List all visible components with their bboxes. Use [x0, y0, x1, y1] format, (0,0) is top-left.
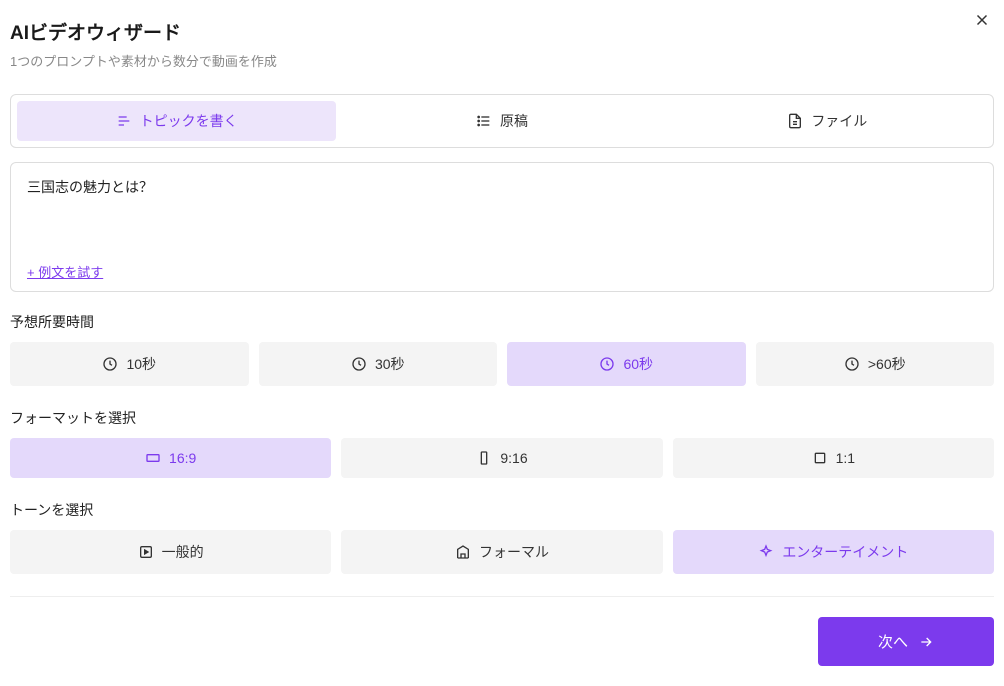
tab-file[interactable]: ファイル [668, 101, 987, 141]
building-icon [455, 544, 471, 560]
script-icon [476, 113, 492, 129]
sparkle-icon [758, 544, 774, 560]
duration-30s[interactable]: 30秒 [259, 342, 498, 386]
format-label: フォーマットを選択 [10, 408, 994, 428]
prompt-text: 三国志の魅力とは？ [27, 177, 977, 197]
close-button[interactable] [970, 8, 994, 32]
format-1-1-label: 1:1 [836, 450, 855, 466]
format-options: 16:9 9:16 1:1 [10, 438, 994, 478]
page-title: AIビデオウィザード [10, 18, 994, 45]
tone-general-label: 一般的 [162, 542, 204, 562]
format-9-16[interactable]: 9:16 [341, 438, 662, 478]
format-16-9-label: 16:9 [169, 450, 196, 466]
play-box-icon [138, 544, 154, 560]
footer: 次へ [10, 617, 994, 686]
duration-over60s[interactable]: >60秒 [756, 342, 995, 386]
tone-entertainment-label: エンターテイメント [782, 542, 908, 562]
tab-topic[interactable]: トピックを書く [17, 101, 336, 141]
portrait-icon [476, 450, 492, 466]
tone-formal-label: フォーマル [479, 542, 549, 562]
clock-icon [102, 356, 118, 372]
duration-30s-label: 30秒 [375, 354, 405, 374]
tone-options: 一般的 フォーマル エンターテイメント [10, 530, 994, 574]
duration-label: 予想所要時間 [10, 312, 994, 332]
format-1-1[interactable]: 1:1 [673, 438, 994, 478]
duration-60s-label: 60秒 [623, 354, 653, 374]
input-mode-tabs: トピックを書く 原稿 ファイル [10, 94, 994, 148]
next-button-label: 次へ [878, 631, 908, 652]
clock-icon [599, 356, 615, 372]
clock-icon [844, 356, 860, 372]
square-icon [812, 450, 828, 466]
topic-icon [116, 113, 132, 129]
tab-script[interactable]: 原稿 [342, 101, 661, 141]
tab-file-label: ファイル [811, 111, 867, 131]
duration-10s[interactable]: 10秒 [10, 342, 249, 386]
duration-over60s-label: >60秒 [868, 354, 906, 374]
prompt-input[interactable]: 三国志の魅力とは？ + 例文を試す [10, 162, 994, 292]
format-16-9[interactable]: 16:9 [10, 438, 331, 478]
file-icon [787, 113, 803, 129]
arrow-right-icon [918, 634, 934, 650]
format-9-16-label: 9:16 [500, 450, 527, 466]
duration-60s[interactable]: 60秒 [507, 342, 746, 386]
clock-icon [351, 356, 367, 372]
divider [10, 596, 994, 597]
tone-label: トーンを選択 [10, 500, 994, 520]
tone-entertainment[interactable]: エンターテイメント [673, 530, 994, 574]
page-subtitle: 1つのプロンプトや素材から数分で動画を作成 [10, 51, 994, 70]
landscape-icon [145, 450, 161, 466]
duration-options: 10秒 30秒 60秒 >60秒 [10, 342, 994, 386]
tab-topic-label: トピックを書く [140, 111, 238, 131]
next-button[interactable]: 次へ [818, 617, 994, 666]
tab-script-label: 原稿 [500, 111, 528, 131]
duration-10s-label: 10秒 [126, 354, 156, 374]
try-example-link[interactable]: + 例文を試す [27, 262, 103, 281]
close-icon [973, 11, 991, 29]
tone-formal[interactable]: フォーマル [341, 530, 662, 574]
tone-general[interactable]: 一般的 [10, 530, 331, 574]
